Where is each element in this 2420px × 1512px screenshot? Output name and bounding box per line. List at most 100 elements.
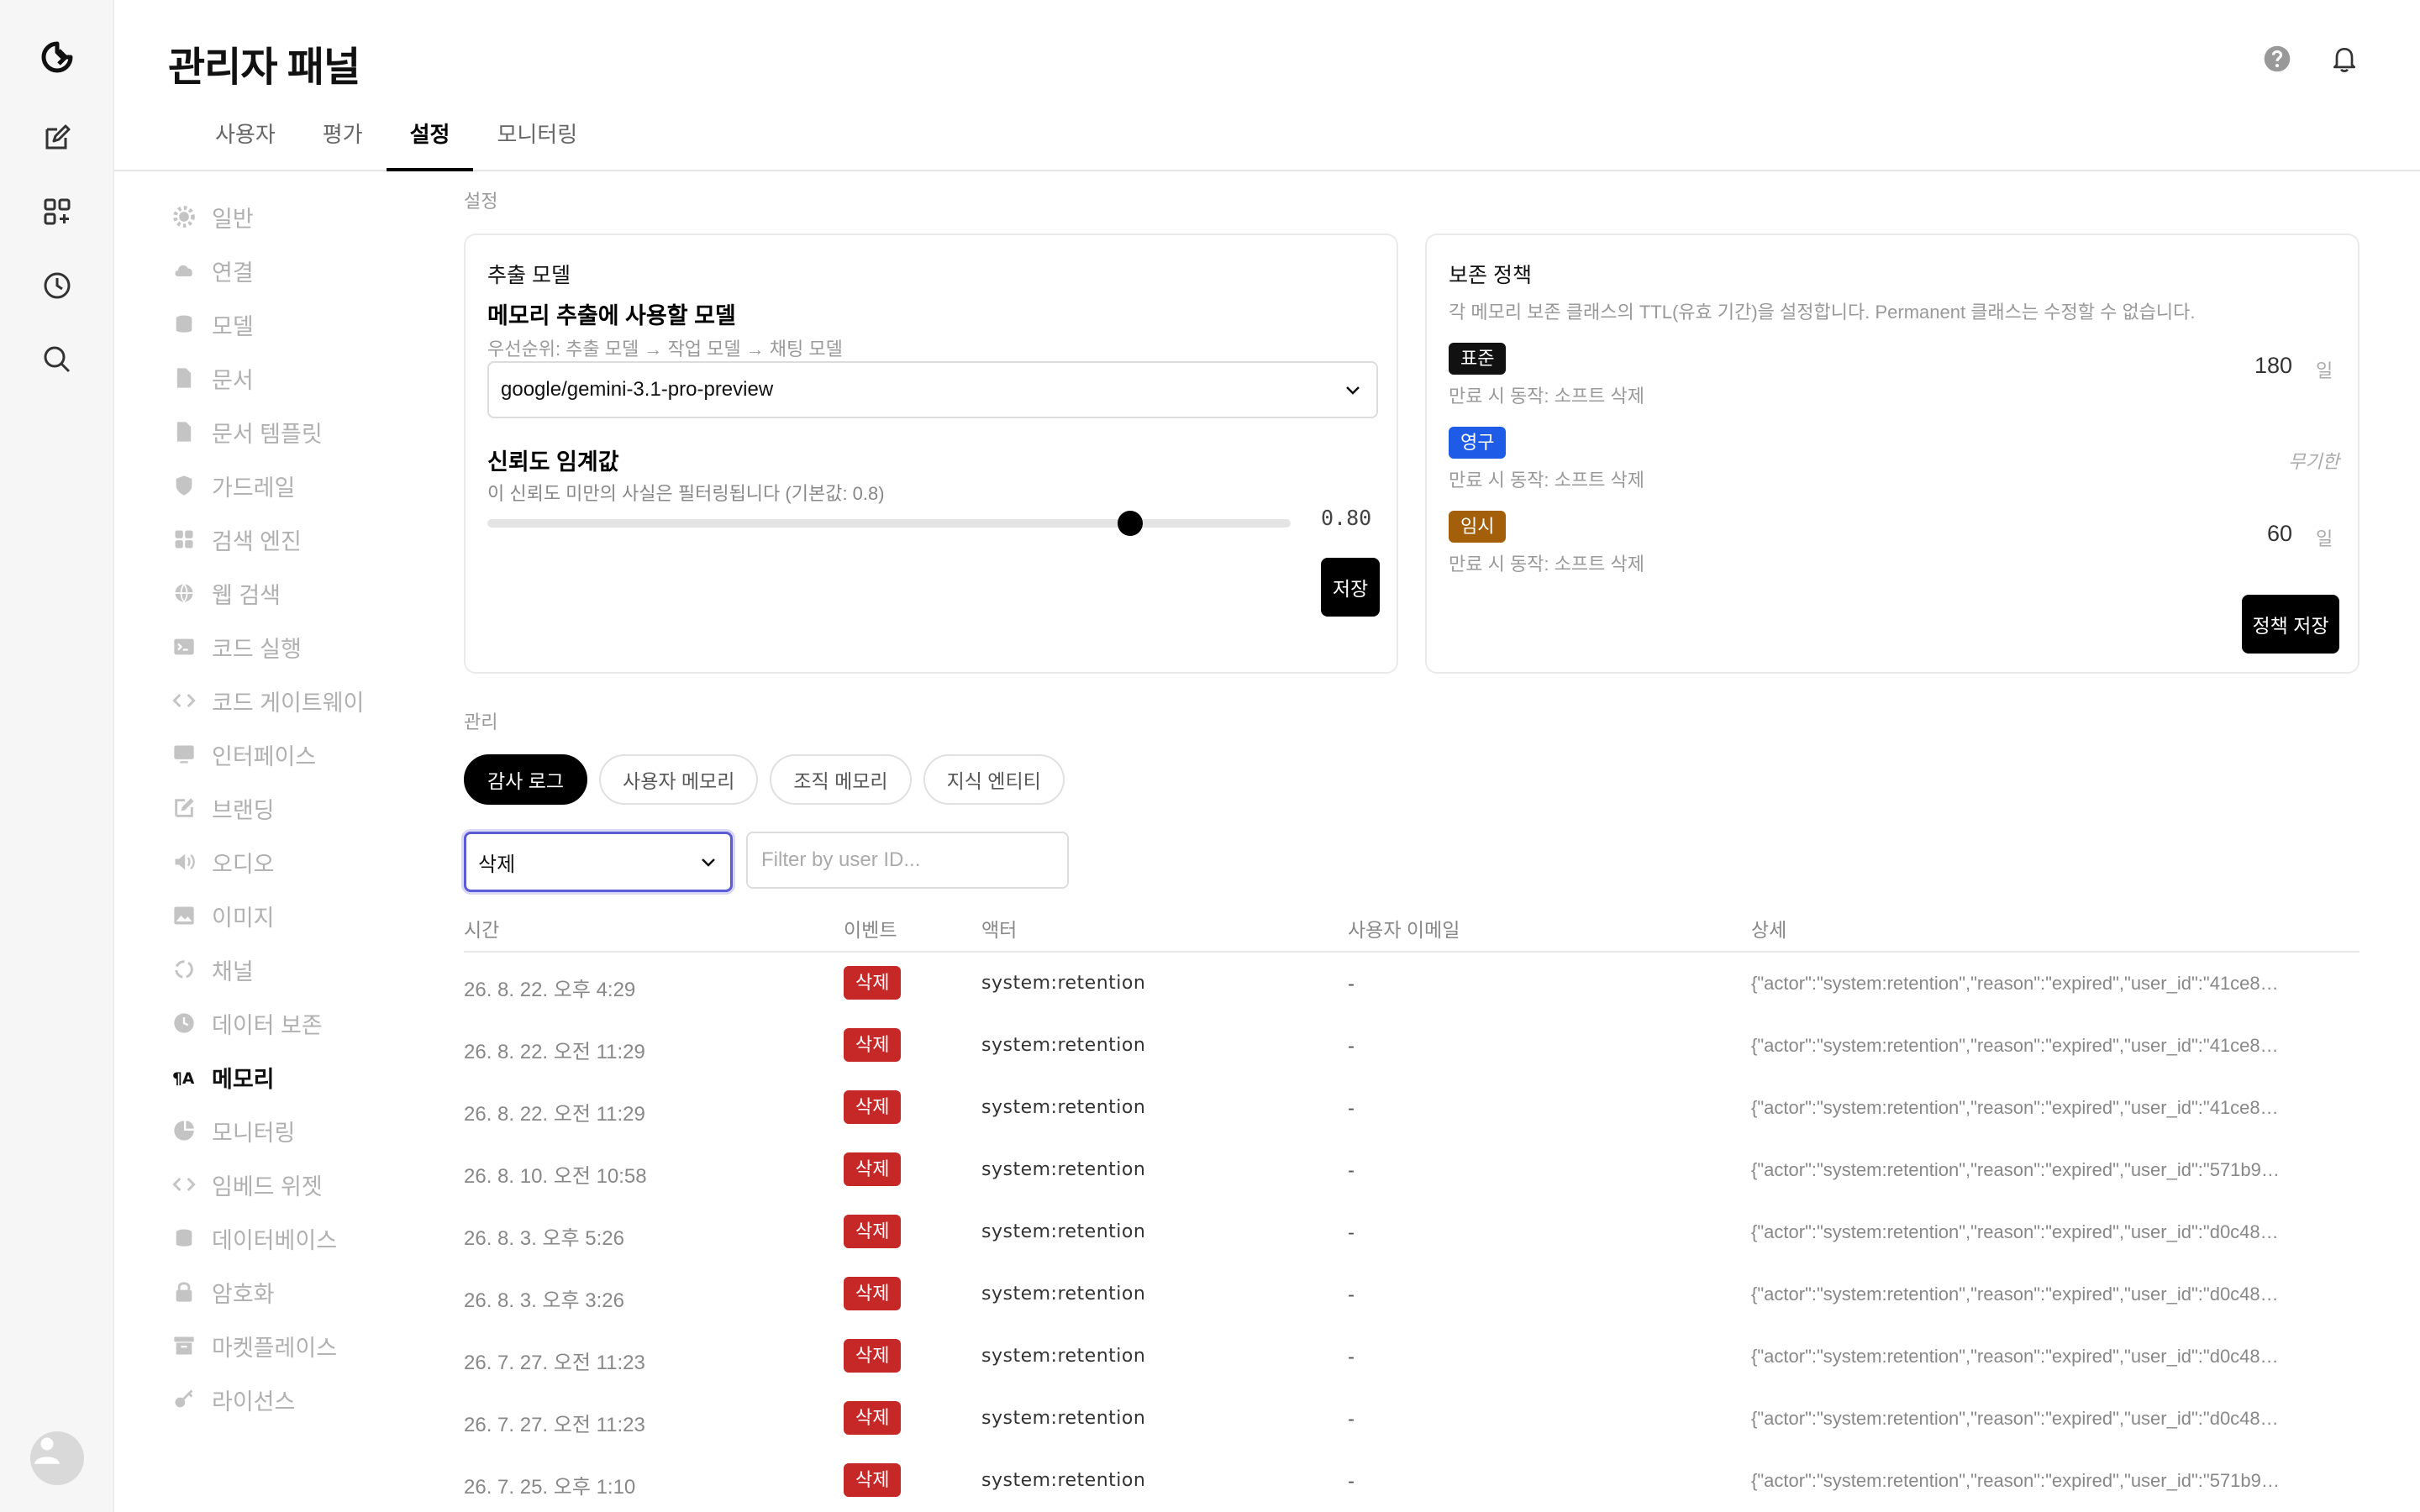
table-row[interactable]: 26. 8. 3. 오후 3:26 삭제 system:retention - {"ac…: [464, 1263, 2360, 1326]
management-tabs: 감사 로그 사용자 메모리 조직 메모리 지식 엔티티: [464, 754, 1065, 805]
save-policy-button[interactable]: 정책 저장: [2242, 595, 2339, 654]
table-row[interactable]: 26. 7. 27. 오전 11:23 삭제 system:retention - {"…: [464, 1388, 2360, 1450]
tab-evaluation[interactable]: 평가: [299, 118, 387, 171]
subnav-item[interactable]: 암호화: [171, 1265, 440, 1319]
retention-policy-card: 보존 정책 각 메모리 보존 클래스의 TTL(유효 기간)을 설정합니다. P…: [1425, 234, 2360, 674]
cell-actor: system:retention: [981, 1284, 1146, 1305]
chevron-down-icon: [702, 858, 715, 867]
subnav-item[interactable]: 브랜딩: [171, 781, 440, 835]
save-button[interactable]: 저장: [1321, 558, 1380, 617]
table-row[interactable]: 26. 8. 22. 오전 11:29 삭제 system:retention - {"…: [464, 1015, 2360, 1077]
subnav-item[interactable]: 오디오: [171, 835, 440, 889]
cell-time: 26. 8. 22. 오전 11:29: [464, 1041, 645, 1063]
threshold-hint: 이 신뢰도 미만의 사실은 필터링됩니다 (기본값: 0.8): [487, 483, 885, 504]
cell-time: 26. 8. 3. 오후 5:26: [464, 1227, 624, 1250]
subnav-item-label: 모니터링: [212, 1120, 296, 1146]
subnav-item[interactable]: 이미지: [171, 889, 440, 942]
cell-time: 26. 7. 27. 오전 11:23: [464, 1352, 645, 1374]
avatar[interactable]: [30, 1431, 84, 1485]
cell-actor: system:retention: [981, 1097, 1146, 1118]
key-icon: [171, 1387, 197, 1412]
user-id-filter-input[interactable]: [746, 832, 1069, 889]
cell-email: -: [1348, 1159, 1355, 1182]
col-email[interactable]: 사용자 이메일: [1348, 914, 1460, 942]
col-time[interactable]: 시간: [464, 914, 499, 942]
subnav-item[interactable]: 모델: [171, 297, 440, 351]
subnav-item[interactable]: 일반: [171, 190, 440, 244]
table-row[interactable]: 26. 8. 10. 오전 10:58 삭제 system:retention - {"…: [464, 1139, 2360, 1201]
subnav-item[interactable]: 데이터베이스: [171, 1211, 440, 1265]
help-icon[interactable]: [2260, 42, 2294, 76]
col-detail[interactable]: 상세: [1751, 914, 1786, 942]
tab-audit-log[interactable]: 감사 로그: [464, 754, 588, 805]
cell-event: 삭제: [844, 1277, 902, 1310]
tab-users[interactable]: 사용자: [192, 118, 299, 171]
table-row[interactable]: 26. 7. 25. 오후 1:10 삭제 system:retention - {"a…: [464, 1450, 2360, 1512]
threshold-slider-thumb[interactable]: [1117, 511, 1143, 536]
tab-monitoring[interactable]: 모니터링: [473, 118, 601, 171]
subnav-item[interactable]: 코드 실행: [171, 620, 440, 674]
chart-icon: [171, 1118, 197, 1143]
subnav-item[interactable]: 마켓플레이스: [171, 1319, 440, 1373]
card-title: 보존 정책: [1449, 264, 1532, 287]
database-icon: [171, 1226, 197, 1251]
event-badge: 삭제: [844, 1152, 902, 1186]
table-row[interactable]: 26. 8. 3. 오후 5:26 삭제 system:retention - {"ac…: [464, 1201, 2360, 1263]
cell-actor: system:retention: [981, 1221, 1146, 1242]
event-badge: 삭제: [844, 1028, 902, 1062]
logo-icon[interactable]: [37, 37, 77, 77]
cell-event: 삭제: [844, 1339, 902, 1373]
subnav-item-label: 일반: [212, 206, 254, 232]
subnav-item[interactable]: 연결: [171, 244, 440, 297]
cell-email: -: [1348, 973, 1355, 995]
ttl-input-standard[interactable]: 180: [2158, 353, 2292, 379]
cell-actor: system:retention: [981, 1470, 1146, 1491]
cell-event: 삭제: [844, 1215, 902, 1248]
tab-user-memory[interactable]: 사용자 메모리: [599, 754, 759, 805]
event-filter-select[interactable]: 삭제: [464, 832, 733, 892]
cell-time: 26. 8. 10. 오전 10:58: [464, 1165, 647, 1188]
subnav-item[interactable]: 데이터 보존: [171, 996, 440, 1050]
subnav-item-label: 모델: [212, 313, 254, 339]
subnav-item[interactable]: 코드 게이트웨이: [171, 674, 440, 727]
col-event[interactable]: 이벤트: [844, 914, 897, 942]
subnav-item[interactable]: 문서 템플릿: [171, 405, 440, 459]
code-icon: [171, 1172, 197, 1197]
history-clock-icon[interactable]: [37, 265, 77, 306]
subnav-item[interactable]: 가드레일: [171, 459, 440, 512]
cell-event: 삭제: [844, 1463, 902, 1497]
new-chat-icon[interactable]: [37, 118, 77, 158]
ttl-input-temporary[interactable]: 60: [2158, 521, 2292, 547]
class-badge-permanent: 영구: [1449, 427, 1507, 459]
subnav-item[interactable]: 웹 검색: [171, 566, 440, 620]
subnav-item[interactable]: 채널: [171, 942, 440, 996]
subnav-item[interactable]: 인터페이스: [171, 727, 440, 781]
cell-email: -: [1348, 1408, 1355, 1431]
tab-knowledge-entities[interactable]: 지식 엔티티: [923, 754, 1065, 805]
subnav-item[interactable]: 모니터링: [171, 1104, 440, 1158]
subnav-item[interactable]: 문서: [171, 351, 440, 405]
table-row[interactable]: 26. 8. 22. 오후 4:29 삭제 system:retention - {"a…: [464, 953, 2360, 1015]
priority-hint: 우선순위: 추출 모델 → 작업 모델 → 채팅 모델: [487, 339, 843, 360]
tab-settings[interactable]: 설정: [386, 118, 474, 171]
col-actor[interactable]: 액터: [981, 914, 1017, 942]
model-select[interactable]: google/gemini-3.1-pro-preview: [487, 361, 1378, 418]
table-row[interactable]: 26. 7. 27. 오전 11:23 삭제 system:retention - {"…: [464, 1326, 2360, 1388]
cell-time: 26. 7. 25. 오후 1:10: [464, 1476, 636, 1499]
table-row[interactable]: 26. 8. 22. 오전 11:29 삭제 system:retention - {"…: [464, 1077, 2360, 1139]
subnav-item[interactable]: 라이선스: [171, 1373, 440, 1426]
apps-grid-icon[interactable]: [37, 192, 77, 232]
document-icon: [171, 419, 197, 444]
tab-org-memory[interactable]: 조직 메모리: [770, 754, 912, 805]
cell-detail: {"actor":"system:retention","reason":"ex…: [1751, 1470, 2280, 1491]
subnav-item[interactable]: 검색 엔진: [171, 512, 440, 566]
subnav-item[interactable]: ¶A 메모리: [171, 1050, 440, 1104]
monitor-icon: [171, 742, 197, 767]
class-badge-temporary: 임시: [1449, 511, 1507, 543]
threshold-slider-track[interactable]: [487, 519, 1291, 528]
bell-icon[interactable]: [2328, 42, 2361, 76]
globe-icon: [171, 580, 197, 606]
search-icon[interactable]: [37, 339, 77, 380]
cell-detail: {"actor":"system:retention","reason":"ex…: [1751, 1221, 2279, 1242]
subnav-item[interactable]: 임베드 위젯: [171, 1158, 440, 1211]
